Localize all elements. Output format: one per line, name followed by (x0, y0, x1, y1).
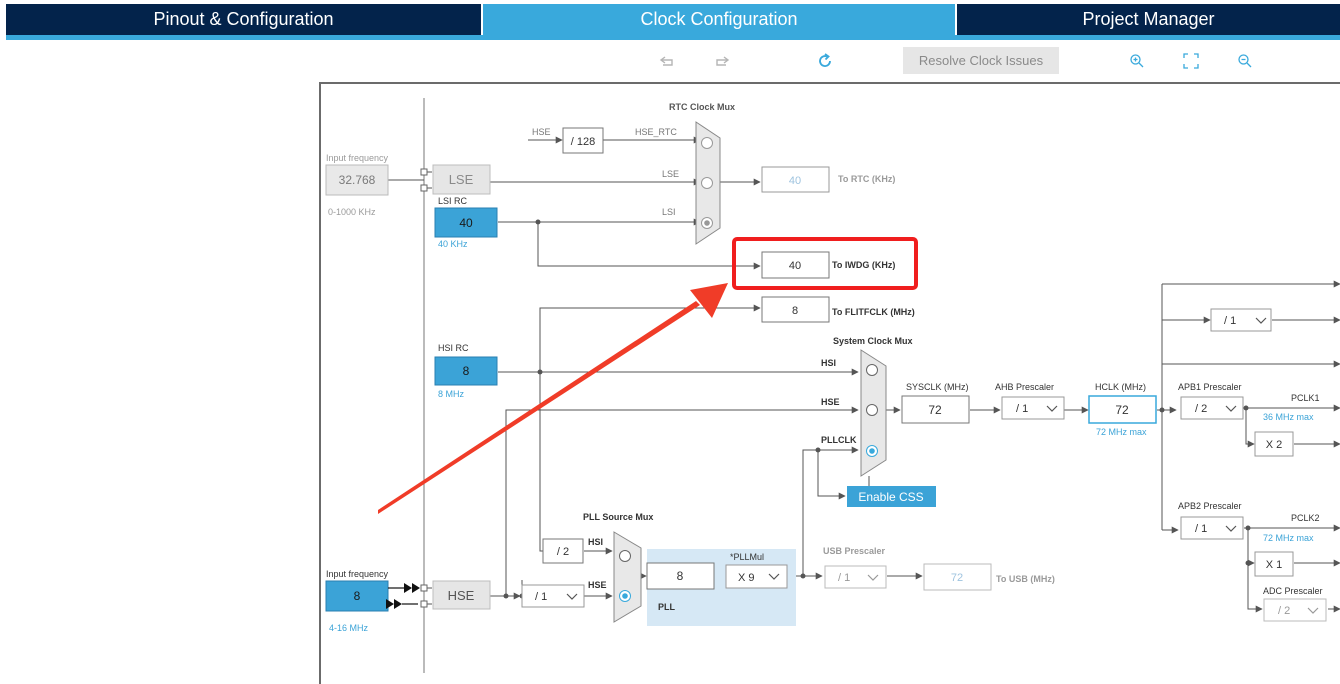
apb2-prescaler-label: APB2 Prescaler (1178, 501, 1242, 511)
pll-source-hsi-radio[interactable] (619, 550, 631, 562)
pll-source-hse-selected-dot (622, 593, 628, 599)
system-mux-pllclk-label: PLLCLK (821, 435, 857, 445)
hsi-label: HSI RC (438, 343, 469, 353)
hclk-max: 72 MHz max (1096, 427, 1147, 437)
system-mux-pllclk-selected-dot (869, 448, 875, 454)
flit-output-label: To FLITFCLK (MHz) (832, 307, 915, 317)
lse-range: 0-1000 KHz (328, 207, 376, 217)
lse-input-value: 32.768 (339, 173, 376, 187)
pll-source-mux (613, 531, 642, 623)
iwdg-output-label: To IWDG (KHz) (832, 260, 895, 270)
sysclk-label: SYSCLK (MHz) (906, 382, 969, 392)
lsi-value: 40 (459, 216, 473, 230)
apb1-multiplier-value: X 2 (1266, 439, 1283, 451)
hse-arrows-icon (386, 583, 420, 609)
pclk2-label: PCLK2 (1291, 513, 1320, 523)
apb2-prescaler-value: / 1 (1195, 523, 1207, 535)
rtc-mux-label: RTC Clock Mux (669, 102, 735, 112)
clock-tree-diagram: Input frequency 32.768 0-1000 KHz LSE LS… (325, 98, 1340, 673)
apb1-prescaler-value: / 2 (1195, 403, 1207, 415)
pll-source-hse-label: HSE (588, 580, 607, 590)
pclk1-max: 36 MHz max (1263, 412, 1314, 422)
lsi-unit: 40 KHz (438, 239, 468, 249)
apb1-prescaler-label: APB1 Prescaler (1178, 382, 1242, 392)
usb-output-value: 72 (951, 572, 963, 584)
pll-source-mux-label: PLL Source Mux (583, 512, 653, 522)
system-mux-hsi-radio[interactable] (866, 364, 878, 376)
hse-rtc-label: HSE_RTC (635, 127, 677, 137)
pll-hsi-divider-value: / 2 (557, 546, 569, 558)
pllmul-label: *PLLMul (730, 552, 764, 562)
hse-prescaler-value: / 1 (535, 591, 547, 603)
right-prescaler-select[interactable] (1210, 308, 1272, 332)
hse-input-label: Input frequency (326, 569, 389, 579)
rtc-lse-label: LSE (662, 169, 679, 179)
rtc-mux-lsi-selected-dot (704, 220, 710, 226)
rtc-output-value: 40 (789, 175, 801, 187)
pclk1-label: PCLK1 (1291, 393, 1320, 403)
hse-range: 4-16 MHz (329, 623, 369, 633)
hse-label: HSE (448, 588, 475, 603)
system-mux-label: System Clock Mux (833, 336, 913, 346)
rtc-mux-hse-radio[interactable] (701, 137, 713, 149)
usb-prescaler-value: / 1 (838, 572, 850, 584)
rtc-mux-lse-radio[interactable] (701, 177, 713, 189)
flit-output-value: 8 (792, 305, 798, 317)
rtc-lsi-label: LSI (662, 207, 676, 217)
lse-label: LSE (449, 172, 474, 187)
pllmul-value: X 9 (738, 572, 755, 584)
iwdg-output-value: 40 (789, 260, 801, 272)
usb-prescaler-label: USB Prescaler (823, 546, 886, 556)
annotation-arrow-head (690, 283, 728, 318)
adc-prescaler-label: ADC Prescaler (1263, 586, 1323, 596)
adc-prescaler-value: / 2 (1278, 605, 1290, 617)
annotation-arrow-shaft (378, 301, 700, 514)
hse-rtc-input-label: HSE (532, 127, 551, 137)
right-prescaler-value: / 1 (1224, 315, 1236, 327)
apb2-multiplier-value: X 1 (1266, 559, 1283, 571)
lsi-label: LSI RC (438, 196, 468, 206)
pll-source-hsi-label: HSI (588, 537, 603, 547)
system-mux-hse-radio[interactable] (866, 404, 878, 416)
hsi-unit: 8 MHz (438, 389, 465, 399)
pclk2-max: 72 MHz max (1263, 533, 1314, 543)
pllmul-select[interactable] (725, 564, 788, 589)
hse-input-value: 8 (354, 589, 361, 603)
enable-css-label: Enable CSS (858, 490, 923, 504)
system-mux-hse-label: HSE (821, 397, 840, 407)
ahb-prescaler-value: / 1 (1016, 403, 1028, 415)
pll-input-value: 8 (677, 569, 684, 583)
usb-output-label: To USB (MHz) (996, 574, 1055, 584)
sysclk-value: 72 (928, 403, 942, 417)
system-mux-hsi-label: HSI (821, 358, 836, 368)
hclk-value: 72 (1115, 403, 1129, 417)
pll-label: PLL (658, 602, 676, 612)
rtc-output-label: To RTC (KHz) (838, 174, 895, 184)
usb-prescaler-select[interactable] (824, 565, 887, 589)
hse-rtc-divider-value: / 128 (571, 136, 595, 148)
hsi-value: 8 (463, 364, 470, 378)
ahb-prescaler-label: AHB Prescaler (995, 382, 1054, 392)
hclk-label: HCLK (MHz) (1095, 382, 1146, 392)
lse-input-label: Input frequency (326, 153, 389, 163)
